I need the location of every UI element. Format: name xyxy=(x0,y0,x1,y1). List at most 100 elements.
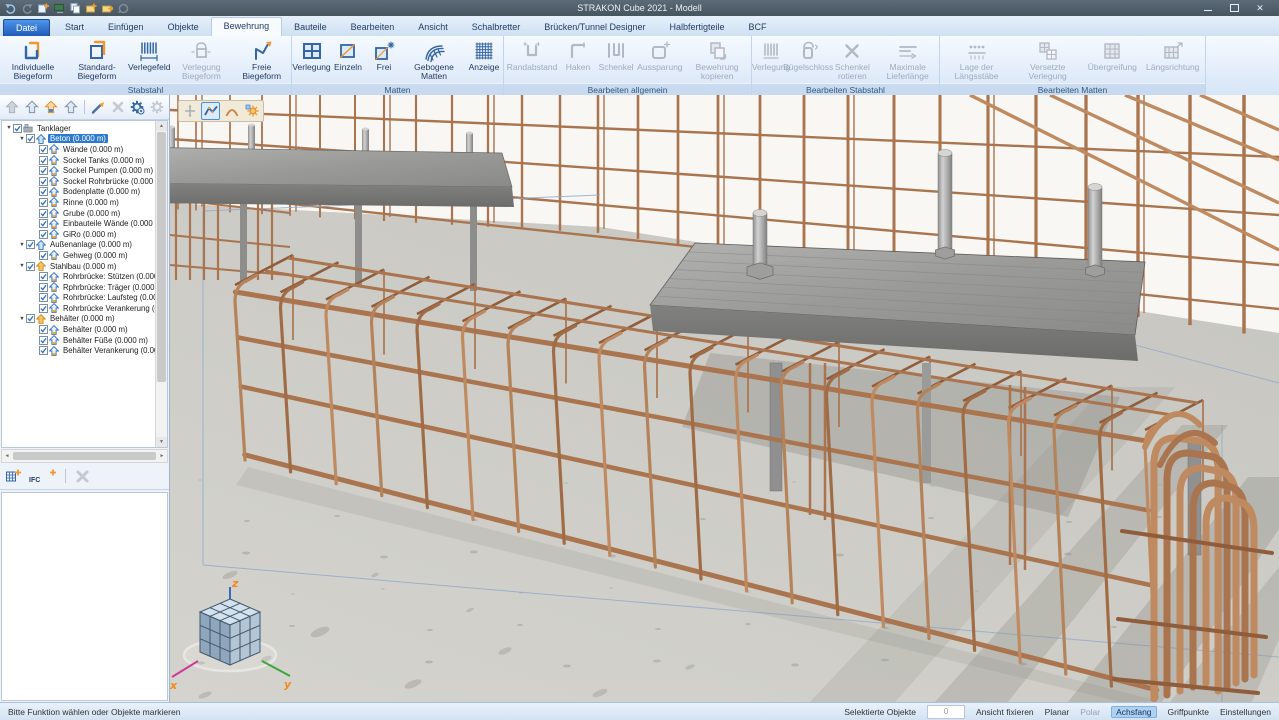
tab-ansicht[interactable]: Ansicht xyxy=(406,19,460,36)
tree-row-rohrbr-cke-st-tzen-0-000-m[interactable]: Rohrbrücke: Stützen (0.000 m) xyxy=(2,271,155,282)
close-button[interactable]: ✕ xyxy=(1247,1,1273,15)
edit-pencil-button[interactable] xyxy=(89,98,107,116)
checkbox-checked-icon[interactable] xyxy=(39,145,48,154)
tree-node-label[interactable]: Gehweg (0.000 m) xyxy=(61,251,130,260)
scroll-thumb[interactable] xyxy=(13,452,156,460)
scroll-right-arrow[interactable]: ► xyxy=(157,453,167,459)
ribbon-button-mesh-placement[interactable]: Verlegung xyxy=(293,38,330,73)
expander-icon[interactable]: ▼ xyxy=(18,263,26,269)
ribbon-button-free-mesh[interactable]: Frei xyxy=(366,38,402,73)
tab-bauteile[interactable]: Bauteile xyxy=(282,19,339,36)
tree-row-beh-lter-0-000-m[interactable]: Behälter (0.000 m) xyxy=(2,324,155,335)
tree-node-label[interactable]: Rohrbrücke: Laufsteg (0.000 m) xyxy=(61,293,155,302)
tree-row-beh-lter-0-000-m[interactable]: ▼ Behälter (0.000 m) xyxy=(2,314,155,325)
tree-node-label[interactable]: Rinne (0.000 m) xyxy=(61,198,121,207)
checkbox-checked-icon[interactable] xyxy=(26,262,35,271)
tree-node-label[interactable]: Behälter (0.000 m) xyxy=(48,314,117,323)
tree-node-label[interactable]: Behälter (0.000 m) xyxy=(61,325,130,334)
model-up-button[interactable] xyxy=(23,98,41,116)
tree-node-label[interactable]: Behälter Füße (0.000 m) xyxy=(61,336,150,345)
tree-node-label[interactable]: Tanklager xyxy=(35,124,73,133)
ribbon-button-single-mesh[interactable]: Einzeln xyxy=(330,38,366,73)
checkbox-checked-icon[interactable] xyxy=(39,166,48,175)
ribbon-button-standard-bendform[interactable]: Standard-Biegeform xyxy=(65,38,129,83)
tree-row-beh-lter-verankerung-0-000-m[interactable]: Behälter Verankerung (0.000 m) xyxy=(2,345,155,356)
status-toggle-einstellungen[interactable]: Einstellungen xyxy=(1220,707,1271,717)
ribbon-button-free-bendform[interactable]: Freie Biegeform xyxy=(233,38,290,83)
model-forward-button[interactable] xyxy=(62,98,80,116)
checkbox-checked-icon[interactable] xyxy=(39,187,48,196)
arc-tool-button[interactable] xyxy=(222,102,241,120)
tab-bewehrung[interactable]: Bewehrung xyxy=(211,17,283,36)
tree-node-label[interactable]: Rohrbrücke: Stützen (0.000 m) xyxy=(61,272,155,281)
undo-button[interactable] xyxy=(4,2,17,14)
add-model-button[interactable] xyxy=(5,468,21,484)
tree-node-label[interactable]: Sockel Pumpen (0.000 m) xyxy=(61,166,155,175)
tree-node-label[interactable]: Beton (0.000 m) xyxy=(48,134,108,143)
checkbox-checked-icon[interactable] xyxy=(39,283,48,292)
tab-start[interactable]: Start xyxy=(53,19,96,36)
tree-node-label[interactable]: Bodenplatte (0.000 m) xyxy=(61,187,142,196)
tree-row-tanklager[interactable]: ▼Tanklager xyxy=(2,123,155,134)
import-model-button[interactable] xyxy=(84,2,97,14)
checkbox-checked-icon[interactable] xyxy=(39,325,48,334)
checkbox-checked-icon[interactable] xyxy=(39,251,48,260)
tree-row-bodenplatte-0-000-m[interactable]: Bodenplatte (0.000 m) xyxy=(2,187,155,198)
tree-row-sockel-pumpen-0-000-m[interactable]: Sockel Pumpen (0.000 m) xyxy=(2,165,155,176)
screen-settings-button[interactable] xyxy=(52,2,65,14)
tree-row-au-enanlage-0-000-m[interactable]: ▼Außenanlage (0.000 m) xyxy=(2,240,155,251)
checkbox-checked-icon[interactable] xyxy=(39,219,48,228)
ribbon-button-bent-mesh[interactable]: Gebogene Matten xyxy=(402,38,466,83)
tree-row-rohrbr-cke-laufsteg-0-000-m[interactable]: Rohrbrücke: Laufsteg (0.000 m) xyxy=(2,293,155,304)
tree-row-sockel-tanks-0-000-m[interactable]: Sockel Tanks (0.000 m) xyxy=(2,155,155,166)
tab-objekte[interactable]: Objekte xyxy=(156,19,211,36)
viewport-3d[interactable]: zxy xyxy=(170,95,1279,702)
tab-datei[interactable]: Datei xyxy=(3,19,50,36)
scroll-up-arrow[interactable]: ▲ xyxy=(156,121,167,131)
model-home-button[interactable] xyxy=(43,98,61,116)
ribbon-button-mesh-display[interactable]: Anzeige xyxy=(466,38,502,73)
tab-schalbretter[interactable]: Schalbretter xyxy=(460,19,533,36)
checkbox-checked-icon[interactable] xyxy=(39,209,48,218)
tree-node-label[interactable]: Außenanlage (0.000 m) xyxy=(48,240,134,249)
checkbox-checked-icon[interactable] xyxy=(26,314,35,323)
status-toggle-achsfang[interactable]: Achsfang xyxy=(1111,706,1156,718)
tree-row-sockel-rohrbr-cke-0-000-m[interactable]: Sockel Rohrbrücke (0.000 m) xyxy=(2,176,155,187)
status-toggle-planar[interactable]: Planar xyxy=(1045,707,1070,717)
tree-node-label[interactable]: GiRo (0.000 m) xyxy=(61,230,118,239)
tree-row-grube-0-000-m[interactable]: Grube (0.000 m) xyxy=(2,208,155,219)
checkbox-checked-icon[interactable] xyxy=(39,304,48,313)
tree-node-label[interactable]: Stahlbau (0.000 m) xyxy=(48,262,118,271)
tree-node-label[interactable]: Grube (0.000 m) xyxy=(61,209,122,218)
scroll-left-arrow[interactable]: ◄ xyxy=(2,453,12,459)
tab-bearbeiten[interactable]: Bearbeiten xyxy=(339,19,407,36)
minimize-button[interactable] xyxy=(1195,1,1221,15)
tree-row-rinne-0-000-m[interactable]: Rinne (0.000 m) xyxy=(2,197,155,208)
checkbox-checked-icon[interactable] xyxy=(39,293,48,302)
ribbon-button-placement-field[interactable]: Verlegefeld xyxy=(129,38,169,73)
status-toggle-ansicht-fixieren[interactable]: Ansicht fixieren xyxy=(976,707,1034,717)
tree-node-label[interactable]: Einbauteile Wände (0.000 m) xyxy=(61,219,155,228)
tree-row-beh-lter-f-e-0-000-m[interactable]: Behälter Füße (0.000 m) xyxy=(2,335,155,346)
tree-node-label[interactable]: Rohrbrücke Verankerung (0.000 m) xyxy=(61,304,155,313)
new-model-button[interactable] xyxy=(36,2,49,14)
copy-button[interactable] xyxy=(68,2,81,14)
tree-node-label[interactable]: Behälter Verankerung (0.000 m) xyxy=(61,346,155,355)
expander-icon[interactable]: ▼ xyxy=(18,316,26,322)
tab-br-cken-tunnel-designer[interactable]: Brücken/Tunnel Designer xyxy=(532,19,657,36)
tree-node-label[interactable]: Sockel Tanks (0.000 m) xyxy=(61,156,146,165)
checkbox-checked-icon[interactable] xyxy=(26,134,35,143)
tab-bcf[interactable]: BCF xyxy=(737,19,779,36)
checkbox-checked-icon[interactable] xyxy=(26,240,35,249)
tree-node-label[interactable]: Rphrbrücke: Träger (0.000 m) xyxy=(61,283,155,292)
checkbox-checked-icon[interactable] xyxy=(39,336,48,345)
expander-icon[interactable]: ▼ xyxy=(18,136,26,142)
tree-row-stahlbau-0-000-m[interactable]: ▼ Stahlbau (0.000 m) xyxy=(2,261,155,272)
view-settings-button[interactable] xyxy=(128,98,146,116)
render-tool-button[interactable] xyxy=(243,102,262,120)
scroll-down-arrow[interactable]: ▼ xyxy=(156,437,167,447)
tab-halbfertigteile[interactable]: Halbfertigteile xyxy=(658,19,737,36)
checkbox-checked-icon[interactable] xyxy=(39,230,48,239)
scroll-thumb[interactable] xyxy=(157,132,166,382)
checkbox-checked-icon[interactable] xyxy=(39,156,48,165)
